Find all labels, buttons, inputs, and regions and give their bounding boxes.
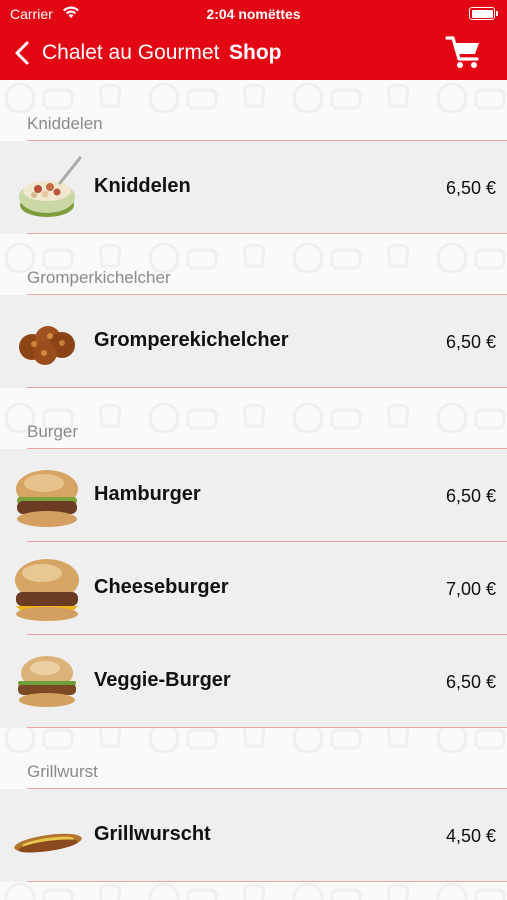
section-header: Kniddelen: [0, 80, 507, 141]
product-price: 4,50 €: [445, 826, 496, 846]
product-name: Kniddelen: [94, 175, 191, 197]
shop-list-view[interactable]: Kniddelen Kniddelen 6,50 € Gromperkichelch…: [0, 80, 507, 900]
veggie-burger-photo: [18, 656, 76, 707]
kniddelen-photo: [19, 156, 82, 217]
product-row[interactable]: Cheeseburger 7,00 €: [0, 542, 507, 635]
back-chevron-icon[interactable]: [12, 40, 34, 66]
product-name: Hamburger: [94, 483, 201, 505]
product-price: 6,50 €: [445, 672, 496, 692]
page-title: Shop: [229, 41, 282, 64]
status-bar: Carrier 2:04 nomëttes: [0, 5, 507, 25]
section-header: Gromperkichelcher: [0, 234, 507, 295]
status-time: 2:04 nomëttes: [206, 6, 301, 22]
section-title: Kniddelen: [27, 114, 103, 133]
back-button[interactable]: Chalet au Gourmet: [42, 41, 219, 65]
section-title: Gromperkichelcher: [27, 268, 171, 287]
product-row[interactable]: Hamburger 6,50 €: [0, 449, 507, 542]
section-title: Burger: [27, 422, 79, 441]
battery-icon: [469, 7, 498, 20]
product-row[interactable]: Grillwurscht 4,50 €: [0, 789, 507, 882]
product-price: 6,50 €: [445, 332, 496, 352]
section-title: Grillwurst: [27, 762, 98, 781]
product-price: 6,50 €: [445, 178, 496, 198]
product-list: Kniddelen Kniddelen 6,50 € Gromperkichelch…: [0, 80, 507, 882]
shopping-cart-icon[interactable]: [444, 32, 484, 72]
gromperekichelcher-photo: [19, 326, 75, 365]
product-name: Gromperekichelcher: [94, 329, 289, 351]
product-name: Cheeseburger: [94, 576, 229, 598]
product-row[interactable]: Kniddelen 6,50 €: [0, 141, 507, 234]
product-price: 6,50 €: [445, 486, 496, 506]
navigation-bar: Chalet au Gourmet Shop: [0, 36, 507, 70]
section-header: Burger: [0, 388, 507, 449]
product-name: Grillwurscht: [94, 823, 211, 845]
product-row[interactable]: Gromperekichelcher 6,50 €: [0, 295, 507, 388]
app-header: Carrier 2:04 nomëttes Chalet au Gourmet …: [0, 0, 507, 80]
product-name: Veggie-Burger: [94, 669, 231, 691]
cheeseburger-photo: [15, 559, 79, 621]
hamburger-photo: [16, 470, 78, 527]
section-header: Grillwurst: [0, 728, 507, 789]
product-row[interactable]: Veggie-Burger 6,50 €: [0, 635, 507, 728]
grillwurscht-photo: [14, 833, 82, 853]
product-price: 7,00 €: [445, 579, 496, 599]
